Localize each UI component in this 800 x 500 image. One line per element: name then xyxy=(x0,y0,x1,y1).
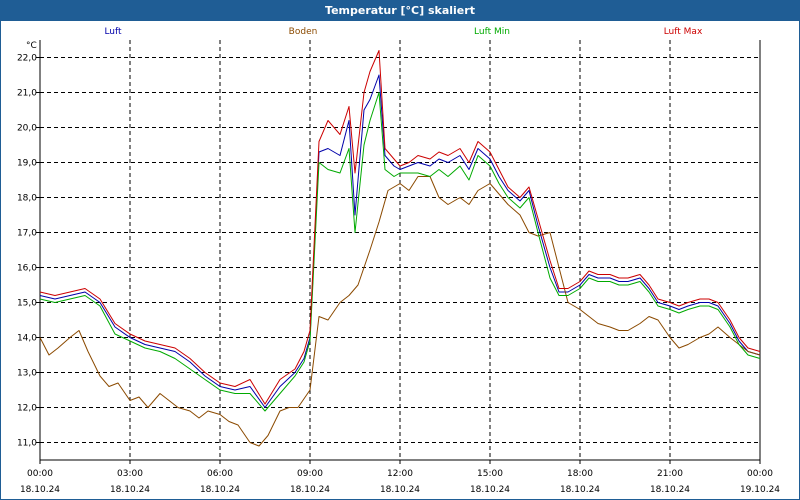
y-tick-label: 17,0 xyxy=(17,229,37,239)
temperature-chart: °C 11,0 12,0 13,0 14,0 15,0 16,0 17,0 18,0 19,0 2… xyxy=(17,27,780,495)
x-tick-date-label: 18.10.24 xyxy=(290,485,330,495)
y-tick-label: 13,0 xyxy=(17,369,37,379)
y-tick-label: 22,0 xyxy=(17,54,37,64)
y-tick-label: 18,0 xyxy=(17,194,37,204)
x-tick-date-label: 18.10.24 xyxy=(200,485,240,495)
legend: Luft Boden Luft Min Luft Max xyxy=(104,27,703,37)
x-tick-time-label: 12:00 xyxy=(387,469,413,479)
y-tick-label: 12,0 xyxy=(17,404,37,414)
x-tick-time-label: 00:00 xyxy=(27,469,53,479)
legend-item-boden: Boden xyxy=(289,27,318,37)
y-tick-label: 14,0 xyxy=(17,334,37,344)
x-tick-date-label: 18.10.24 xyxy=(380,485,420,495)
y-tick-label: 16,0 xyxy=(17,264,37,274)
x-tick-time-label: 21:00 xyxy=(657,469,683,479)
x-tick-date-label: 19.10.24 xyxy=(740,485,780,495)
y-tick-label: 21,0 xyxy=(17,89,37,99)
legend-item-luft-max: Luft Max xyxy=(664,27,703,37)
x-tick-date-label: 18.10.24 xyxy=(110,485,150,495)
x-tick-time-label: 15:00 xyxy=(477,469,503,479)
y-tick-label: 11,0 xyxy=(17,439,37,449)
legend-item-luft-min: Luft Min xyxy=(474,27,510,37)
x-tick-date-label: 18.10.24 xyxy=(470,485,510,495)
x-tick-time-label: 00:00 xyxy=(747,469,773,479)
x-tick-time-label: 06:00 xyxy=(207,469,233,479)
y-tick-label: 19,0 xyxy=(17,159,37,169)
x-tick-date-label: 18.10.24 xyxy=(650,485,690,495)
y-tick-label: 15,0 xyxy=(17,299,37,309)
legend-item-luft: Luft xyxy=(104,27,122,37)
x-tick-date-label: 18.10.24 xyxy=(560,485,600,495)
y-axis-unit-label: °C xyxy=(26,41,37,51)
x-tick-time-label: 18:00 xyxy=(567,469,593,479)
grid xyxy=(40,40,760,460)
y-tick-label: 20,0 xyxy=(17,124,37,134)
x-tick-time-label: 03:00 xyxy=(117,469,143,479)
x-tick-date-label: 18.10.24 xyxy=(20,485,60,495)
x-tick-time-label: 09:00 xyxy=(297,469,323,479)
